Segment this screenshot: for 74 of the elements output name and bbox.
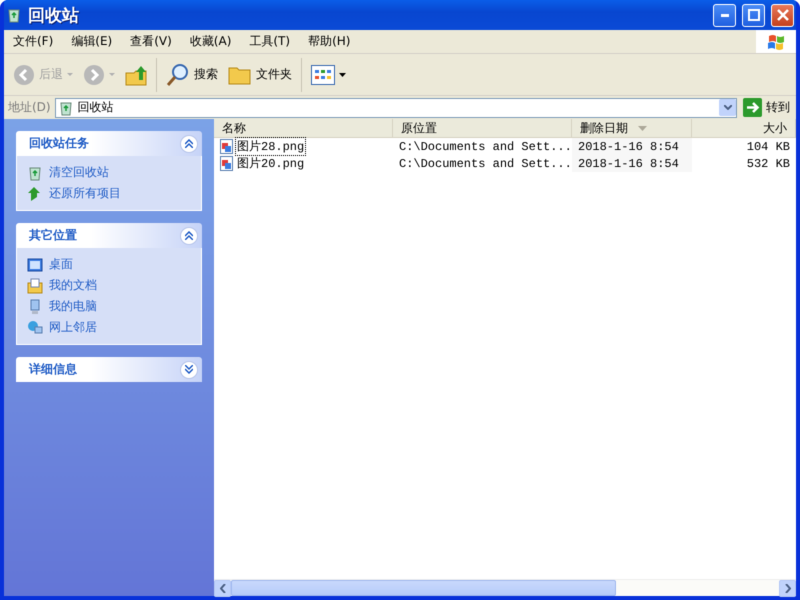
file-name-cell[interactable]: 图片28.png bbox=[214, 138, 393, 155]
image-file-icon bbox=[220, 139, 233, 154]
scroll-thumb[interactable] bbox=[231, 580, 616, 596]
panel-header[interactable]: 其它位置 bbox=[16, 223, 202, 248]
collapse-chevron-icon[interactable] bbox=[180, 226, 198, 244]
horizontal-scrollbar[interactable] bbox=[214, 579, 796, 596]
desktop-icon bbox=[27, 256, 43, 272]
recycle-bin-icon bbox=[6, 7, 22, 23]
search-icon bbox=[166, 62, 190, 86]
folder-icon bbox=[228, 64, 252, 84]
file-name: 图片28.png bbox=[236, 138, 306, 155]
panel-title: 回收站任务 bbox=[29, 135, 89, 152]
image-file-icon bbox=[220, 156, 233, 171]
window-title: 回收站 bbox=[28, 4, 80, 26]
restore-arrow-icon bbox=[27, 186, 43, 202]
panel-title: 详细信息 bbox=[29, 361, 77, 378]
flag-logo-icon bbox=[767, 34, 785, 50]
view-grid-icon bbox=[311, 64, 335, 84]
recycle-bin-icon bbox=[27, 164, 43, 180]
network-globe-icon bbox=[27, 320, 43, 336]
views-button[interactable] bbox=[308, 62, 349, 86]
scroll-left-button[interactable] bbox=[214, 580, 231, 597]
task-link[interactable]: 我的电脑 bbox=[27, 298, 191, 315]
folder-up-arrow-icon bbox=[125, 64, 147, 86]
recycle-bin-icon bbox=[58, 100, 74, 116]
address-dropdown-button[interactable] bbox=[719, 99, 736, 116]
dropdown-caret-icon bbox=[109, 72, 115, 76]
search-button[interactable]: 搜索 bbox=[163, 60, 221, 88]
panel-title: 其它位置 bbox=[29, 227, 77, 244]
file-name: 图片20.png bbox=[236, 156, 306, 172]
address-field[interactable]: 回收站 bbox=[54, 98, 737, 118]
menu-item[interactable]: 查看(V) bbox=[121, 33, 181, 50]
task-link[interactable]: 桌面 bbox=[27, 256, 191, 273]
table-cell-text: 104 KB bbox=[746, 138, 791, 155]
menu-item[interactable]: 工具(T) bbox=[240, 33, 300, 50]
column-header[interactable]: 大小 bbox=[692, 119, 796, 138]
panel-header[interactable]: 回收站任务 bbox=[16, 131, 202, 156]
column-header[interactable]: 名称 bbox=[214, 119, 393, 138]
table-cell-text: 532 KB bbox=[746, 156, 791, 172]
table-cell-text: C:\Documents and Sett... bbox=[398, 138, 572, 155]
table-cell-text: C:\Documents and Sett... bbox=[398, 156, 572, 172]
go-button[interactable]: 转到 bbox=[741, 98, 792, 117]
column-header[interactable]: 原位置 bbox=[393, 119, 572, 138]
maximize-icon bbox=[748, 9, 760, 21]
minimize-button[interactable] bbox=[713, 4, 736, 26]
table-cell: 2018-1-16 8:54 bbox=[572, 138, 692, 155]
chevron-left-icon bbox=[220, 584, 226, 593]
menu-item[interactable]: 编辑(E) bbox=[62, 33, 122, 50]
task-link[interactable]: 还原所有项目 bbox=[27, 185, 191, 202]
dropdown-caret-icon bbox=[339, 72, 346, 76]
close-button[interactable] bbox=[771, 4, 794, 26]
menu-item[interactable]: 文件(F) bbox=[4, 33, 62, 50]
file-name-cell[interactable]: 图片20.png bbox=[214, 155, 393, 172]
table-cell: 2018-1-16 8:54 bbox=[572, 155, 692, 172]
dropdown-caret-icon bbox=[67, 72, 73, 76]
scroll-right-button[interactable] bbox=[779, 580, 796, 597]
collapse-chevron-icon[interactable] bbox=[180, 134, 198, 152]
folders-button[interactable]: 文件夹 bbox=[225, 62, 295, 86]
address-value: 回收站 bbox=[78, 99, 115, 116]
menu-item[interactable]: 帮助(H) bbox=[299, 33, 360, 50]
close-icon bbox=[776, 9, 788, 21]
panel-header[interactable]: 详细信息 bbox=[16, 357, 202, 382]
task-link[interactable]: 清空回收站 bbox=[27, 164, 191, 181]
expand-chevron-icon[interactable] bbox=[180, 360, 198, 378]
address-label: 地址(D) bbox=[8, 99, 51, 116]
folder-document-icon bbox=[27, 278, 43, 294]
task-link[interactable]: 网上邻居 bbox=[27, 319, 191, 336]
minimize-icon bbox=[720, 14, 728, 16]
column-header[interactable]: 删除日期 bbox=[572, 119, 692, 138]
task-link[interactable]: 我的文档 bbox=[27, 277, 191, 294]
chevron-down-icon bbox=[724, 105, 732, 110]
chevron-right-icon bbox=[784, 584, 790, 593]
maximize-button[interactable] bbox=[742, 4, 765, 26]
menu-item[interactable]: 收藏(A) bbox=[180, 33, 240, 50]
